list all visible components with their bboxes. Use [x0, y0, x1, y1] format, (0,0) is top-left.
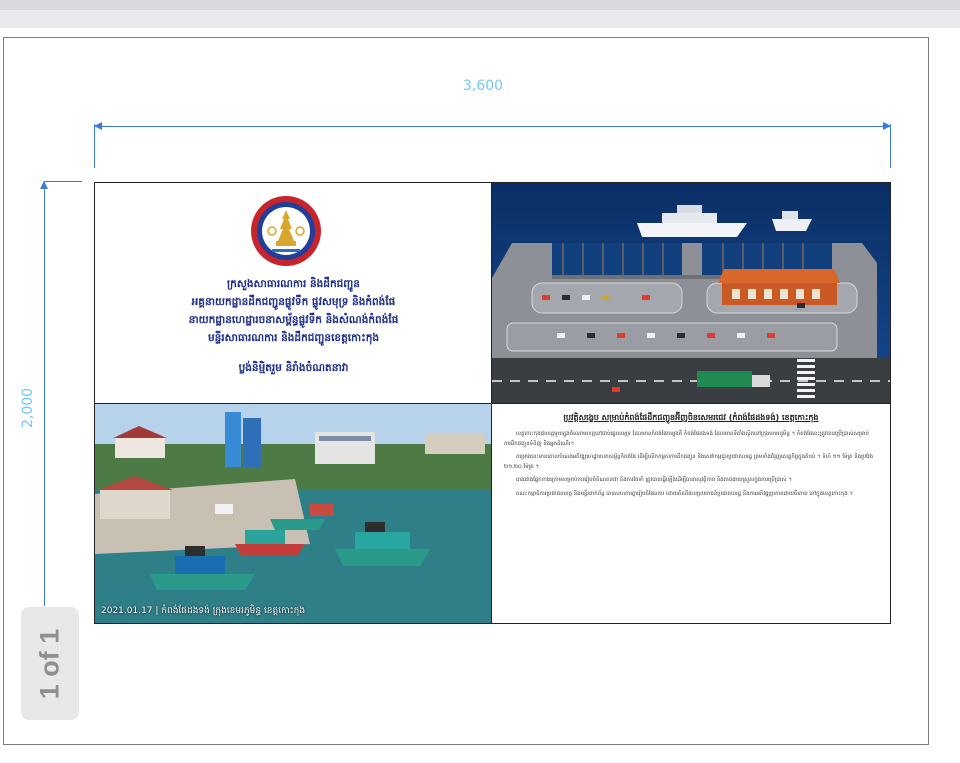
page-indicator: 1 of 1 — [21, 607, 79, 720]
aerial-photo-image: 2021.01.17 | កំពង់ផែដងទង់ ក្រុងខេមរភូមិន… — [95, 404, 492, 623]
width-dimension-line — [94, 122, 891, 168]
photo-caption: 2021.01.17 | កំពង់ផែដងទង់ ក្រុងខេមរភូមិន… — [101, 606, 306, 616]
history-text-panel: ប្រវត្តិសង្ខេប សម្រាប់កំពង់ផែដឹកជញ្ជូនអ៊… — [492, 404, 890, 623]
history-title: ប្រវត្តិសង្ខេប សម្រាប់កំពង់ផែដឹកជញ្ជូនអ៊… — [563, 413, 819, 422]
history-body: ខេត្តកោះកុងជាខេត្តមួយក្នុងចំណោមខេត្តនៅជា… — [504, 430, 876, 503]
arrow-up-icon — [40, 181, 48, 189]
ministry-line-1: ក្រសួងសាធារណការ និងដឹកជញ្ជូន — [227, 278, 360, 290]
port-rendering-image — [492, 183, 890, 404]
history-paragraph: គណៈកម្មាធិការប្រជាជនខេត្ត និងមន្ទីរពាក់ព… — [516, 490, 853, 497]
history-paragraph: រោងជាងផ្នែកខាងក្រោមសម្រាប់ការរៀបចំចំណតនា… — [516, 477, 792, 483]
viewer-top-bar — [0, 0, 960, 10]
ministry-line-3: នាយកដ្ឋានហេដ្ឋារចនាសម្ព័ន្ធផ្លូវទឹក និងស… — [188, 314, 399, 326]
harbor-photo-image — [95, 404, 491, 623]
poster: ក្រសួងសាធារណការ និងដឹកជញ្ជូន អគ្គនាយកដ្ឋ… — [94, 182, 891, 624]
ministry-line-4: មន្ទីរសាធារណការ និងដឹកជញ្ជូនខេត្តកោះកុង — [207, 332, 380, 344]
history-paragraph: គម្រោងនេះមានគោលបំណងអភិវឌ្ឍហេដ្ឋារចនាសម្ព… — [504, 454, 873, 470]
ministry-line-2: អគ្គនាយកដ្ឋានដឹកជញ្ជូនផ្លូវទឹក ផ្លូវសមុទ… — [191, 296, 396, 308]
ministry-logo-icon — [251, 196, 321, 266]
history-paragraph: ខេត្តកោះកុងជាខេត្តមួយក្នុងចំណោមខេត្តនៅជា… — [504, 431, 869, 447]
height-dimension-line — [40, 181, 82, 606]
plan-subtitle: ប្លង់និម្មិតរួម និរាំងចំណតនាវា — [238, 362, 349, 374]
arrow-left-icon — [94, 122, 102, 130]
port-3d-render-image — [492, 183, 890, 403]
width-dimension-label: 3,600 — [463, 78, 504, 94]
ministry-header-panel: ក្រសួងសាធារណការ និងដឹកជញ្ជូន អគ្គនាយកដ្ឋ… — [95, 183, 492, 404]
height-dimension-label: 2,000 — [20, 387, 36, 428]
page-indicator-label: 1 of 1 — [34, 628, 65, 699]
ministry-text-block: ក្រសួងសាធារណការ និងដឹកជញ្ជូន អគ្គនាយកដ្ឋ… — [105, 275, 482, 377]
